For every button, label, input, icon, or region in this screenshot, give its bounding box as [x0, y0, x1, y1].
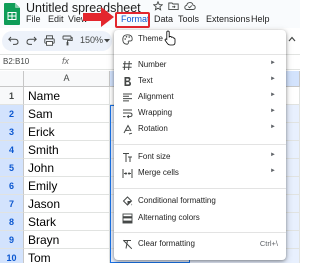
sheets-logo-icon[interactable]	[4, 3, 20, 25]
menu-separator	[114, 54, 286, 55]
menu-item-alignment[interactable]: Alignment ►	[114, 90, 286, 106]
menu-item-label: Number	[138, 60, 167, 69]
merge-icon	[122, 169, 133, 178]
row-header[interactable]: 8	[0, 213, 24, 231]
row-header[interactable]: 3	[0, 123, 24, 141]
menu-item-wrapping[interactable]: Wrapping ►	[114, 106, 286, 122]
fx-label: fx	[62, 56, 70, 66]
menu-item-label: Text	[138, 76, 153, 85]
wrap-icon	[123, 109, 133, 119]
submenu-arrow-icon: ►	[270, 152, 276, 158]
cell-a3[interactable]: Erick	[24, 123, 110, 141]
menu-item-label: Theme	[138, 34, 163, 43]
menu-data[interactable]: Data	[154, 14, 173, 24]
row-header[interactable]: 1	[0, 87, 24, 105]
menu-separator	[114, 232, 286, 233]
menu-item-label: Merge cells	[138, 168, 179, 177]
menu-separator	[114, 188, 286, 189]
menu-item-label: Rotation	[138, 124, 168, 133]
cell-a5[interactable]: John	[24, 159, 110, 177]
cell-a10[interactable]: Tom	[24, 249, 110, 263]
annotation-arrow-icon	[83, 7, 114, 27]
paint-format-icon[interactable]	[62, 35, 73, 46]
format-menu-dropdown: Theme Number ► Text ► Alignment ► Wrappi…	[114, 30, 286, 260]
mouse-cursor-icon	[164, 30, 176, 46]
cloud-status-icon[interactable]	[184, 1, 196, 11]
bold-icon	[124, 77, 131, 86]
font-size-icon	[123, 153, 132, 162]
zoom-select[interactable]: 150%	[80, 35, 103, 45]
row-header[interactable]: 5	[0, 159, 24, 177]
menu-item-text[interactable]: Text ►	[114, 74, 286, 90]
submenu-arrow-icon: ►	[270, 108, 276, 114]
menu-item-label: Wrapping	[138, 108, 173, 117]
star-icon[interactable]	[153, 1, 163, 11]
menu-edit[interactable]: Edit	[48, 14, 64, 24]
align-icon	[123, 93, 132, 102]
select-all-corner[interactable]	[0, 71, 24, 87]
clear-format-icon	[122, 239, 133, 250]
menu-item-theme[interactable]: Theme	[114, 30, 286, 48]
move-folder-icon[interactable]	[168, 1, 179, 11]
cell-a4[interactable]: Smith	[24, 141, 110, 159]
zoom-dropdown-icon[interactable]	[104, 39, 110, 43]
menu-item-number[interactable]: Number ►	[114, 58, 286, 74]
row-header[interactable]: 6	[0, 177, 24, 195]
palette-icon	[122, 34, 133, 45]
menu-file[interactable]: File	[26, 14, 41, 24]
format-menu-highlight-box	[115, 12, 150, 28]
cell-a7[interactable]: Jason	[24, 195, 110, 213]
menu-item-font-size[interactable]: Font size ►	[114, 150, 286, 166]
collapse-toolbar-icon[interactable]	[288, 36, 296, 42]
menu-help[interactable]: Help	[251, 14, 270, 24]
cell-a6[interactable]: Emily	[24, 177, 110, 195]
submenu-arrow-icon: ►	[270, 76, 276, 82]
menu-item-label: Alignment	[138, 92, 174, 101]
submenu-arrow-icon: ►	[270, 92, 276, 98]
conditional-format-icon	[122, 196, 133, 206]
menu-separator	[114, 144, 286, 145]
menu-item-shortcut: Ctrl+\	[259, 239, 278, 248]
cell-a1[interactable]: Name	[24, 87, 110, 105]
alternating-colors-icon	[122, 213, 133, 224]
column-header-a[interactable]: A	[24, 71, 110, 87]
redo-icon[interactable]	[26, 36, 37, 45]
menu-item-alternating-colors[interactable]: Alternating colors	[114, 211, 286, 227]
menu-item-label: Clear formatting	[138, 239, 195, 248]
menu-item-conditional-formatting[interactable]: Conditional formatting	[114, 194, 286, 210]
cell-a2[interactable]: Sam	[24, 105, 110, 123]
menu-item-rotation[interactable]: Rotation ►	[114, 122, 286, 138]
cell-a9[interactable]: Brayn	[24, 231, 110, 249]
menu-item-label: Conditional formatting	[138, 196, 216, 205]
row-header[interactable]: 9	[0, 231, 24, 249]
submenu-arrow-icon: ►	[270, 124, 276, 130]
menu-item-clear-formatting[interactable]: Clear formatting Ctrl+\	[114, 237, 286, 253]
menu-extensions[interactable]: Extensions	[206, 14, 250, 24]
cell-a8[interactable]: Stark	[24, 213, 110, 231]
submenu-arrow-icon: ►	[270, 60, 276, 66]
row-header[interactable]: 4	[0, 141, 24, 159]
menu-tools[interactable]: Tools	[178, 14, 199, 24]
number-icon	[122, 60, 132, 71]
menu-item-label: Alternating colors	[138, 213, 200, 222]
rotation-icon	[123, 124, 133, 135]
undo-icon[interactable]	[8, 36, 19, 45]
row-header[interactable]: 2	[0, 105, 24, 123]
name-box[interactable]: B2:B10	[3, 57, 29, 66]
menu-item-merge-cells[interactable]: Merge cells ►	[114, 166, 286, 182]
print-icon[interactable]	[44, 35, 55, 46]
row-header[interactable]: 7	[0, 195, 24, 213]
row-header[interactable]: 10	[0, 249, 24, 263]
menu-item-label: Font size	[138, 152, 171, 161]
submenu-arrow-icon: ►	[270, 168, 276, 174]
